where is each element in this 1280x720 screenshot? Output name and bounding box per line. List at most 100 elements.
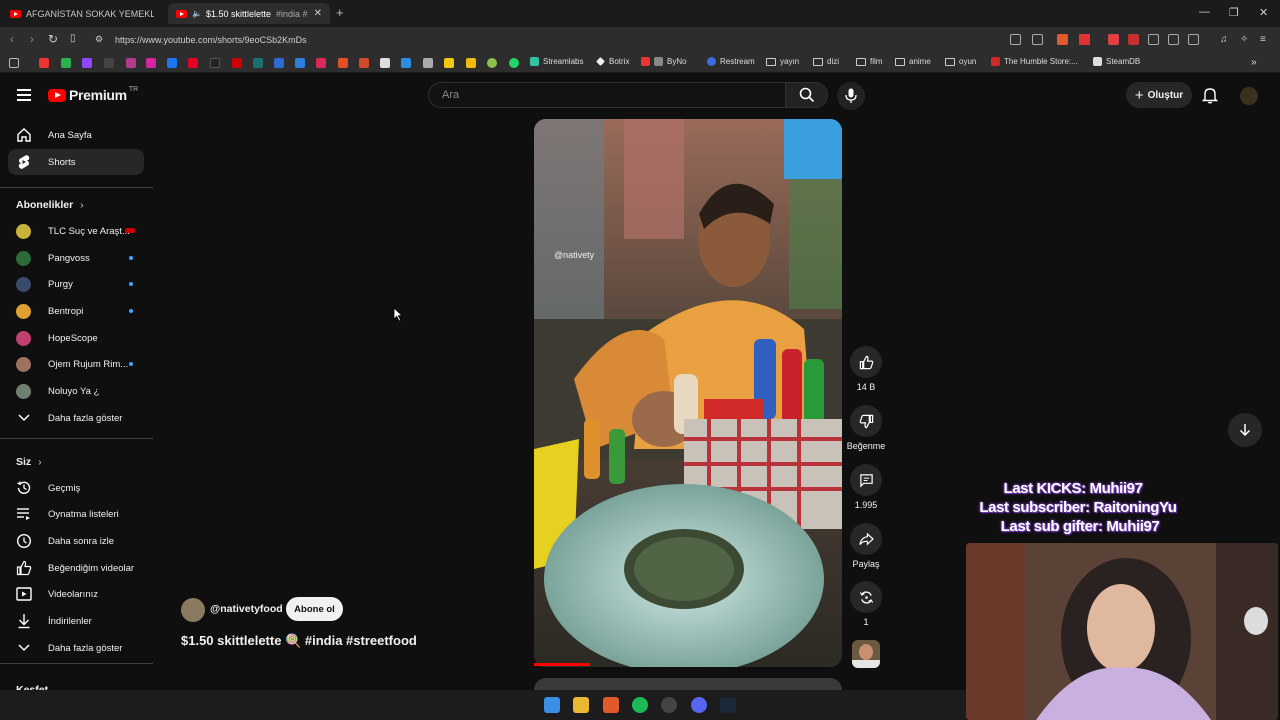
- bookmark-steamdb[interactable]: SteamDB: [1093, 57, 1140, 66]
- screen-icon[interactable]: [1010, 34, 1021, 45]
- bookmark-twitch-icon[interactable]: [82, 58, 92, 68]
- reload-icon[interactable]: ↻: [48, 32, 58, 46]
- bookmark-icon[interactable]: ▯: [70, 33, 76, 44]
- steam-icon[interactable]: [720, 697, 736, 713]
- gmail-icon[interactable]: [1108, 34, 1119, 45]
- youtube-premium-logo[interactable]: Premium TR: [48, 86, 138, 103]
- brave-browser-icon[interactable]: [603, 697, 619, 713]
- search-button[interactable]: [786, 82, 828, 108]
- url-input[interactable]: https://www.youtube.com/shorts/9eoCSb2Km…: [115, 35, 307, 45]
- sidebar-subscription[interactable]: Pangvoss: [8, 245, 144, 271]
- share-icon[interactable]: [1032, 34, 1043, 45]
- close-window-icon[interactable]: ✕: [1259, 6, 1268, 19]
- bookmark-icon[interactable]: [380, 58, 390, 68]
- sidebar-subscription[interactable]: Bentropi: [8, 298, 144, 324]
- channel-avatar[interactable]: [181, 598, 205, 622]
- bookmark-instagram-icon[interactable]: [146, 58, 156, 68]
- sidebar-item-home[interactable]: Ana Sayfa: [8, 122, 144, 148]
- bookmark-whatsapp-icon[interactable]: [509, 58, 519, 68]
- bookmark-binance-icon[interactable]: [466, 58, 476, 68]
- notifications-button[interactable]: [1201, 86, 1219, 109]
- sidebar-item-history[interactable]: Geçmiş: [8, 475, 144, 501]
- apps-icon[interactable]: [9, 58, 19, 68]
- bookmark-icon[interactable]: [401, 58, 411, 68]
- video-progress-bar[interactable]: [534, 663, 590, 666]
- menu-icon[interactable]: ≡: [1260, 34, 1271, 45]
- bookmark-x-icon[interactable]: [104, 58, 114, 68]
- bookmark-icon[interactable]: [359, 58, 369, 68]
- bookmark-folder-yayin[interactable]: yayın: [766, 57, 799, 66]
- browser-tab-afghanistan[interactable]: AFGANİSTAN SOKAK YEMEKLERİNE: [2, 3, 162, 24]
- bookmark-humble-store[interactable]: The Humble Store:...: [991, 57, 1078, 66]
- sidebar-icon[interactable]: [1188, 34, 1199, 45]
- menu-icon[interactable]: [17, 89, 31, 104]
- sidebar-item-watch-later[interactable]: Daha sonra izle: [8, 528, 144, 554]
- bookmark-icon[interactable]: [295, 58, 305, 68]
- more-bookmarks-icon[interactable]: »: [1251, 57, 1257, 68]
- bookmark-icon[interactable]: [274, 58, 284, 68]
- discord-icon[interactable]: [691, 697, 707, 713]
- leo-icon[interactable]: ✧: [1240, 34, 1251, 45]
- bookmark-folder-film[interactable]: film: [856, 57, 882, 66]
- music-icon[interactable]: ♫: [1220, 34, 1231, 45]
- voice-search-button[interactable]: [837, 82, 865, 110]
- sidebar-item-liked-videos[interactable]: Beğendiğim videolar: [8, 555, 144, 581]
- bookmark-youtube-icon[interactable]: [39, 58, 49, 68]
- sidebar-subscription[interactable]: Noluyo Ya ¿: [8, 378, 144, 404]
- subscribe-button[interactable]: Abone ol: [286, 597, 343, 621]
- bookmark-streamlabs[interactable]: Streamlabs: [530, 57, 583, 66]
- bookmark-icon[interactable]: [232, 58, 242, 68]
- spotify-icon[interactable]: [632, 697, 648, 713]
- browser-tab-active[interactable]: 🔈 $1.50 skittlelette #india # ✕: [168, 3, 330, 24]
- sidebar-show-more-subscriptions[interactable]: Daha fazla göster: [8, 405, 144, 431]
- puzzle-icon[interactable]: [1168, 34, 1179, 45]
- minimize-icon[interactable]: —: [1199, 6, 1210, 18]
- bookmark-icon[interactable]: [444, 58, 454, 68]
- sidebar-item-downloads[interactable]: İndirilenler: [8, 608, 144, 634]
- bookmark-restream[interactable]: Restream: [707, 57, 755, 66]
- search-input[interactable]: Ara: [428, 82, 786, 108]
- sidebar-subscription[interactable]: Purgy: [8, 271, 144, 297]
- extension-icon[interactable]: [1128, 34, 1139, 45]
- subscriptions-heading[interactable]: Abonelikler ›: [16, 199, 84, 211]
- bookmark-byno[interactable]: ByNo: [641, 57, 687, 66]
- brave-shield-icon[interactable]: [1057, 34, 1068, 45]
- bookmark-botrix[interactable]: Botrix: [596, 57, 629, 66]
- sidebar-item-shorts[interactable]: Shorts: [8, 149, 144, 175]
- bookmark-folder-dizi[interactable]: dizi: [813, 57, 839, 66]
- sidebar-item-playlists[interactable]: Oynatma listeleri: [8, 501, 144, 527]
- next-short-button[interactable]: [1228, 413, 1262, 447]
- remix-button[interactable]: [850, 581, 882, 613]
- you-heading[interactable]: Siz ›: [16, 456, 42, 468]
- bookmark-folder-oyun[interactable]: oyun: [945, 57, 976, 66]
- sidebar-subscription[interactable]: Ojem Rujum Rim...: [8, 351, 144, 377]
- create-button[interactable]: + Oluştur: [1126, 82, 1192, 108]
- channel-thumbnail[interactable]: [852, 640, 880, 668]
- bookmark-icon[interactable]: [423, 58, 433, 68]
- back-icon[interactable]: ‹: [10, 32, 14, 46]
- comments-button[interactable]: [850, 464, 882, 496]
- sidebar-show-more-you[interactable]: Daha fazla göster: [8, 635, 144, 661]
- site-settings-icon[interactable]: ⚙: [95, 34, 103, 45]
- bookmark-folder-anime[interactable]: anime: [895, 57, 931, 66]
- short-title[interactable]: $1.50 skittlelette 🍭 #india #streetfood: [181, 633, 417, 649]
- bookmark-icon[interactable]: [487, 58, 497, 68]
- extension-icon[interactable]: [1148, 34, 1159, 45]
- new-tab-button[interactable]: +: [336, 5, 344, 20]
- obs-icon[interactable]: [661, 697, 677, 713]
- bookmark-icon[interactable]: [126, 58, 136, 68]
- rewards-icon[interactable]: [1079, 34, 1090, 45]
- like-button[interactable]: [850, 346, 882, 378]
- bookmark-kick-icon[interactable]: [61, 58, 71, 68]
- channel-name[interactable]: @nativetyfood: [210, 603, 283, 615]
- bookmark-icon[interactable]: [253, 58, 263, 68]
- windows-start-icon[interactable]: [544, 697, 560, 713]
- sidebar-subscription[interactable]: HopeScope: [8, 325, 144, 351]
- dislike-button[interactable]: [850, 405, 882, 437]
- sidebar-subscription[interactable]: TLC Suç ve Araşt...: [8, 218, 144, 244]
- bookmark-facebook-icon[interactable]: [167, 58, 177, 68]
- file-explorer-icon[interactable]: [573, 697, 589, 713]
- shorts-video-player[interactable]: [534, 119, 842, 667]
- restore-icon[interactable]: ❐: [1229, 6, 1239, 19]
- share-button[interactable]: [850, 523, 882, 555]
